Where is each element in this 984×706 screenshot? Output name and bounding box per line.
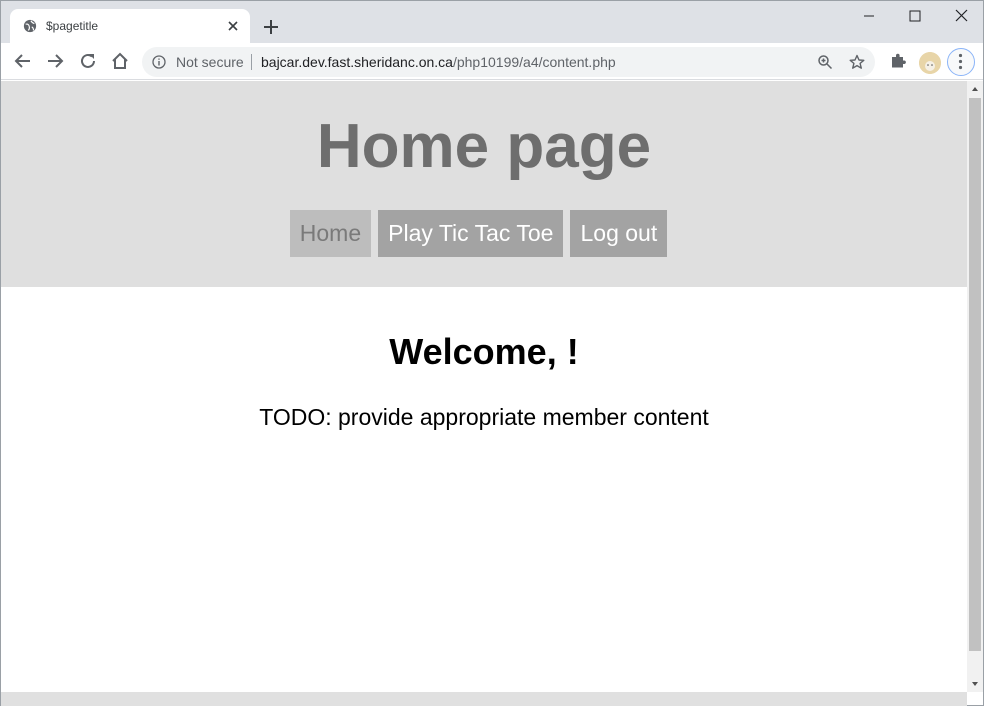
- active-tab[interactable]: $pagetitle: [10, 9, 250, 43]
- close-icon[interactable]: [225, 18, 241, 34]
- url-text[interactable]: bajcar.dev.fast.sheridanc.on.ca/php10199…: [261, 55, 616, 69]
- browser-menu-button[interactable]: [947, 48, 975, 76]
- avatar[interactable]: [919, 52, 941, 74]
- avatar-face-icon: [919, 52, 941, 74]
- browser-toolbar: Not secure bajcar.dev.fast.sheridanc.on.…: [1, 43, 983, 80]
- globe-icon: [23, 19, 37, 33]
- scrollbar-thumb[interactable]: [969, 98, 981, 651]
- nav-home-link[interactable]: Home: [289, 210, 372, 257]
- nav-logout-link[interactable]: Log out: [570, 210, 668, 257]
- kebab-menu-icon: [958, 53, 963, 70]
- nav-tic-tac-toe-link[interactable]: Play Tic Tac Toe: [378, 210, 564, 257]
- reload-icon[interactable]: [78, 51, 98, 71]
- forward-arrow-icon[interactable]: [45, 51, 65, 71]
- scroll-up-arrow-icon[interactable]: [967, 81, 983, 97]
- minimize-icon[interactable]: [846, 1, 892, 31]
- site-header: Home page Home Play Tic Tac Toe Log out: [1, 81, 967, 287]
- star-icon[interactable]: [849, 54, 865, 70]
- member-content-text: TODO: provide appropriate member content: [259, 404, 709, 430]
- url-host: bajcar.dev.fast.sheridanc.on.ca: [261, 54, 453, 70]
- welcome-heading: Welcome, !: [389, 331, 579, 372]
- tab-title: $pagetitle: [46, 19, 99, 33]
- url-path: /php10199/a4/content.php: [452, 54, 616, 70]
- vertical-scrollbar[interactable]: [967, 81, 983, 692]
- address-bar[interactable]: Not secure bajcar.dev.fast.sheridanc.on.…: [142, 47, 875, 77]
- tab-strip: $pagetitle: [1, 1, 983, 43]
- browser-window: $pagetitle Not secure bajcar.dev.fast.sh…: [0, 0, 984, 706]
- horizontal-scrollbar[interactable]: [1, 692, 967, 706]
- puzzle-icon[interactable]: [888, 51, 908, 71]
- home-icon[interactable]: [110, 51, 130, 71]
- zoom-icon[interactable]: [817, 54, 833, 70]
- page-viewport: Home page Home Play Tic Tac Toe Log out …: [1, 81, 967, 692]
- page-title: Home page: [316, 112, 652, 181]
- back-arrow-icon[interactable]: [13, 51, 33, 71]
- plus-icon[interactable]: [260, 16, 282, 38]
- maximize-icon[interactable]: [892, 1, 938, 31]
- scroll-down-arrow-icon[interactable]: [967, 676, 983, 692]
- main-nav: Home Play Tic Tac Toe Log out: [1, 210, 967, 257]
- close-window-icon[interactable]: [938, 1, 984, 31]
- address-separator: [251, 54, 252, 70]
- info-icon[interactable]: [152, 55, 166, 69]
- security-label[interactable]: Not secure: [176, 55, 244, 69]
